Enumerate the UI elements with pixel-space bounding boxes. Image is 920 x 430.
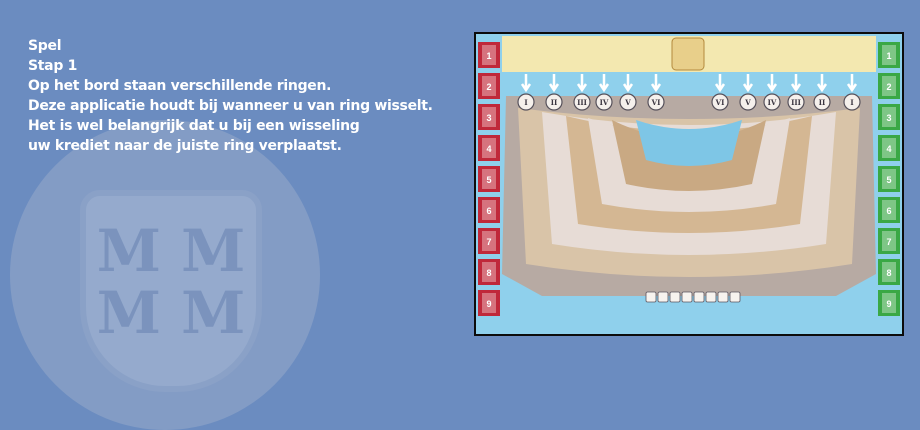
die-icon bbox=[729, 291, 741, 303]
left-credit-track: 1 2 3 4 5 6 7 8 9 bbox=[478, 42, 500, 316]
instruction-line: Het is wel belangrijk dat u bij een wiss… bbox=[28, 118, 360, 134]
die-icon bbox=[717, 291, 729, 303]
track-number: 5 bbox=[486, 175, 491, 185]
ring-label: V bbox=[744, 98, 751, 107]
ring-label: IV bbox=[600, 98, 609, 107]
track-number: 8 bbox=[486, 268, 491, 278]
track-number: 7 bbox=[886, 237, 891, 247]
track-number: 7 bbox=[486, 237, 491, 247]
track-number: 4 bbox=[486, 144, 491, 154]
ring-label: I bbox=[524, 98, 527, 107]
right-credit-track: 1 2 3 4 5 6 7 8 9 bbox=[878, 42, 900, 316]
track-number: 6 bbox=[886, 206, 891, 216]
ring-label: II bbox=[551, 98, 558, 107]
track-number: 2 bbox=[486, 82, 491, 92]
instruction-line: Deze applicatie houdt bij wanneer u van … bbox=[28, 98, 433, 114]
logo-letters-bottom: M M bbox=[96, 279, 246, 347]
logo-watermark: M M M M bbox=[10, 120, 320, 430]
ring-label: II bbox=[819, 98, 826, 107]
track-number: 5 bbox=[886, 175, 891, 185]
die-icon bbox=[669, 291, 681, 303]
track-number: 3 bbox=[886, 113, 891, 123]
logo-letters-top: M M bbox=[96, 217, 246, 285]
ring-label: III bbox=[577, 98, 587, 107]
track-number: 3 bbox=[486, 113, 491, 123]
ring-label: IV bbox=[768, 98, 777, 107]
ring-label: I bbox=[850, 98, 853, 107]
game-board-screenshot: 123456789 123456789 I II III IV V VI VI V IV III I… bbox=[474, 32, 904, 336]
ring-label: VI bbox=[715, 98, 725, 107]
ring-label: V bbox=[624, 98, 631, 107]
track-number: 2 bbox=[886, 82, 891, 92]
track-number: 6 bbox=[486, 206, 491, 216]
track-number: 9 bbox=[886, 299, 891, 309]
track-number: 9 bbox=[486, 299, 491, 309]
instruction-line: Op het bord staan verschillende ringen. bbox=[28, 78, 332, 94]
die-icon bbox=[693, 291, 705, 303]
center-emblem bbox=[671, 37, 705, 71]
track-number: 8 bbox=[886, 268, 891, 278]
heading: Spel bbox=[28, 38, 62, 54]
step-label: Stap 1 bbox=[28, 58, 78, 74]
track-number: 1 bbox=[886, 51, 891, 61]
track-number: 1 bbox=[486, 51, 491, 61]
track-number: 4 bbox=[886, 144, 891, 154]
die-icon bbox=[645, 291, 657, 303]
die-icon bbox=[657, 291, 669, 303]
ring-label: III bbox=[791, 98, 801, 107]
logo-shield: M M M M bbox=[80, 190, 262, 392]
instruction-line: uw krediet naar de juiste ring verplaats… bbox=[28, 138, 342, 154]
game-board: 123456789 123456789 I II III IV V VI VI V IV III I… bbox=[476, 34, 902, 334]
instructions: Spel Stap 1 Op het bord staan verschille… bbox=[28, 36, 433, 156]
die-icon bbox=[705, 291, 717, 303]
ring-label: VI bbox=[651, 98, 661, 107]
die-icon bbox=[681, 291, 693, 303]
